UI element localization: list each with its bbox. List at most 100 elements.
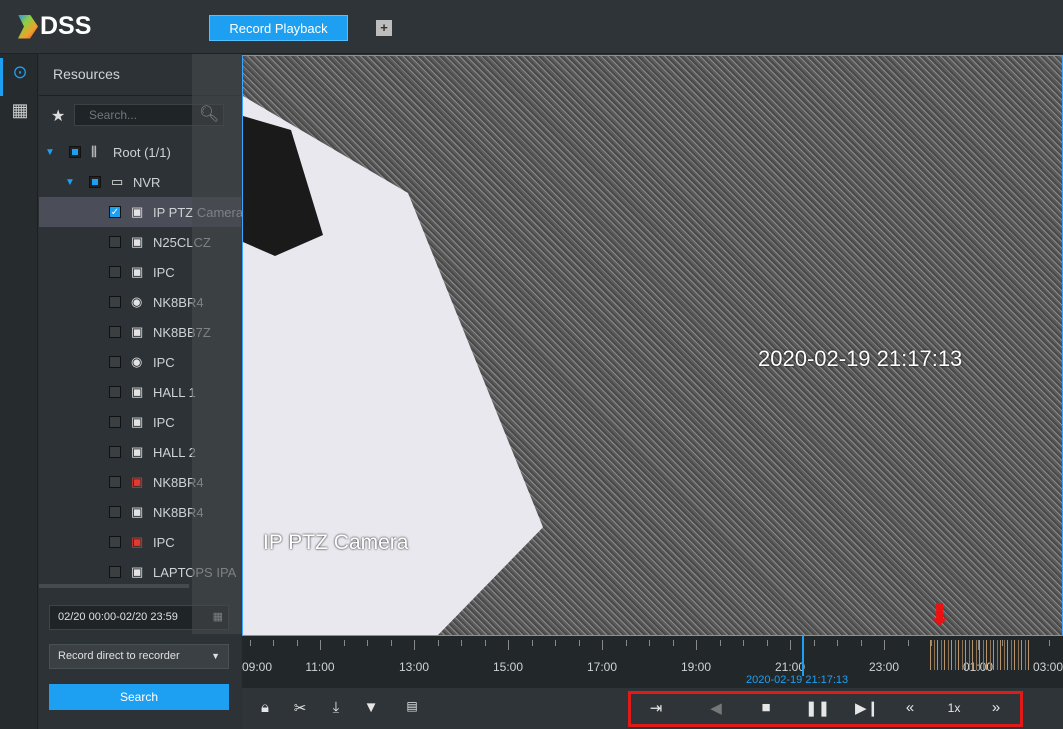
checkbox[interactable] (109, 446, 121, 458)
speed-label: 1x (947, 701, 961, 715)
tree-scrollbar[interactable] (39, 584, 189, 588)
expand-arrow-icon[interactable]: ▼ (45, 147, 57, 158)
timeline-tick (555, 640, 556, 646)
panel-overlay (192, 54, 242, 634)
checkbox[interactable] (109, 266, 121, 278)
logo-icon (18, 14, 38, 39)
checkbox[interactable] (109, 536, 121, 548)
slow-icon[interactable]: « (899, 699, 921, 716)
checkbox[interactable] (109, 416, 121, 428)
fast-icon[interactable]: » (985, 699, 1007, 716)
current-time-label: 2020-02-19 21:17:13 (746, 674, 849, 686)
timeline-tick (649, 640, 650, 646)
tree-item-label: HALL 1 (153, 384, 196, 400)
add-tab-button[interactable]: + (376, 20, 392, 36)
organization-icon: ⫼ (91, 144, 97, 159)
sync-play-icon[interactable]: ⇥ (645, 699, 667, 717)
camera-icon: ▣ (131, 444, 144, 459)
camera-icon: ▣ (131, 504, 144, 519)
timeline-tick (860, 640, 862, 646)
camera-offline-icon: ▣ (131, 534, 144, 549)
checkbox[interactable] (109, 326, 121, 338)
timeline-label: 11:00 (305, 660, 335, 674)
timeline-cursor[interactable] (802, 636, 804, 676)
header: DSS Record Playback + (0, 0, 1063, 54)
timeline-label: 17:00 (586, 660, 618, 674)
timeline-tick (320, 640, 321, 650)
expand-arrow-icon[interactable]: ▼ (65, 177, 77, 188)
tree-item-label: HALL 2 (153, 444, 196, 460)
timeline-tick (837, 640, 838, 646)
checkbox[interactable] (109, 236, 121, 248)
filter-icon[interactable]: ▼ (360, 699, 382, 716)
search-record-icon[interactable]: ▤ (401, 699, 423, 713)
checkbox[interactable] (109, 356, 121, 368)
osd-camera-name: IP PTZ Camera (263, 531, 409, 554)
camera-icon: ▣ (131, 564, 144, 579)
pause-icon[interactable]: ❚❚ (805, 699, 830, 717)
timeline-tick (884, 640, 885, 650)
playback-icon[interactable]: ⊙ (8, 62, 32, 86)
fisheye-icon: ◉ (131, 354, 143, 369)
timeline-tick (531, 640, 533, 646)
fisheye-icon: ◉ (131, 294, 143, 309)
camera-playing-icon: ▣ (131, 204, 144, 219)
panel-title: Resources (53, 66, 120, 82)
timeline-tick (743, 640, 744, 646)
timeline-tick (461, 640, 462, 646)
tree-item-label: IPC (153, 534, 175, 550)
timeline-tick (813, 640, 815, 646)
timeline-tick (414, 640, 415, 650)
active-indicator (0, 58, 3, 96)
camera-icon: ▣ (131, 414, 144, 429)
tree-item-label: IPC (153, 264, 175, 280)
timeline-tick (625, 640, 627, 646)
timeline-label: 23:00 (868, 660, 900, 674)
recording-segments (930, 640, 1030, 670)
checkbox[interactable] (89, 176, 101, 188)
checkbox[interactable]: ✓ (109, 206, 121, 218)
camera-offline-icon: ▣ (131, 474, 144, 489)
red-arrow-annotation: ⬇ (927, 599, 953, 632)
favorites-star-icon[interactable]: ★ (51, 106, 65, 126)
stop-icon[interactable]: ■ (755, 699, 777, 716)
tree-item-label: NVR (133, 174, 161, 190)
calendar-device-icon[interactable]: ▦ (8, 100, 32, 124)
playback-controls: 🔒︎ ✂ ⤓ ▼ ▤ ⇥ ◀ ■ ❚❚ ▶❙ « 1x » (242, 688, 1063, 729)
logo-text: DSS (40, 12, 92, 40)
tree-item-label: IPC (153, 414, 175, 430)
timeline-label: 13:00 (398, 660, 430, 674)
timeline-tick (1048, 640, 1050, 646)
timeline-tick (437, 640, 439, 646)
timeline-tick (296, 640, 298, 646)
checkbox[interactable] (109, 566, 121, 578)
tab-record-playback[interactable]: Record Playback (209, 15, 348, 41)
camera-icon: ▣ (131, 264, 144, 279)
checkbox[interactable] (109, 296, 121, 308)
download-icon[interactable]: ⤓ (325, 699, 347, 716)
timeline-label: 03:00 (1032, 660, 1063, 674)
checkbox[interactable] (109, 386, 121, 398)
timeline-tick (508, 640, 509, 650)
timeline[interactable]: 09:00 11:00 13:00 15:00 17:00 19:00 21:00 23:00… (242, 599, 1063, 688)
camera-icon: ▣ (131, 234, 144, 249)
lock-icon[interactable]: 🔒︎ (254, 699, 276, 716)
reverse-play-icon[interactable]: ◀ (705, 699, 727, 717)
camera-icon: ▣ (131, 384, 144, 399)
checkbox[interactable] (109, 506, 121, 518)
scissors-icon[interactable]: ✂ (289, 699, 311, 717)
record-mode-select[interactable]: Record direct to recorder ▼ (49, 644, 229, 669)
record-mode-text: Record direct to recorder (58, 650, 180, 662)
chevron-down-icon: ▼ (211, 651, 220, 661)
checkbox[interactable] (69, 146, 81, 158)
checkbox[interactable] (109, 476, 121, 488)
timeline-tick (696, 640, 697, 650)
timeline-tick (719, 640, 721, 646)
search-button[interactable]: Search (49, 684, 229, 710)
next-frame-icon[interactable]: ▶❙ (855, 699, 879, 717)
timeline-label: 15:00 (492, 660, 524, 674)
video-window[interactable]: 2020-02-19 21:17:13 IP PTZ Camera (242, 55, 1063, 636)
dss-logo: DSS (18, 12, 91, 41)
timeline-tick (790, 640, 791, 650)
timeline-tick (249, 640, 251, 646)
